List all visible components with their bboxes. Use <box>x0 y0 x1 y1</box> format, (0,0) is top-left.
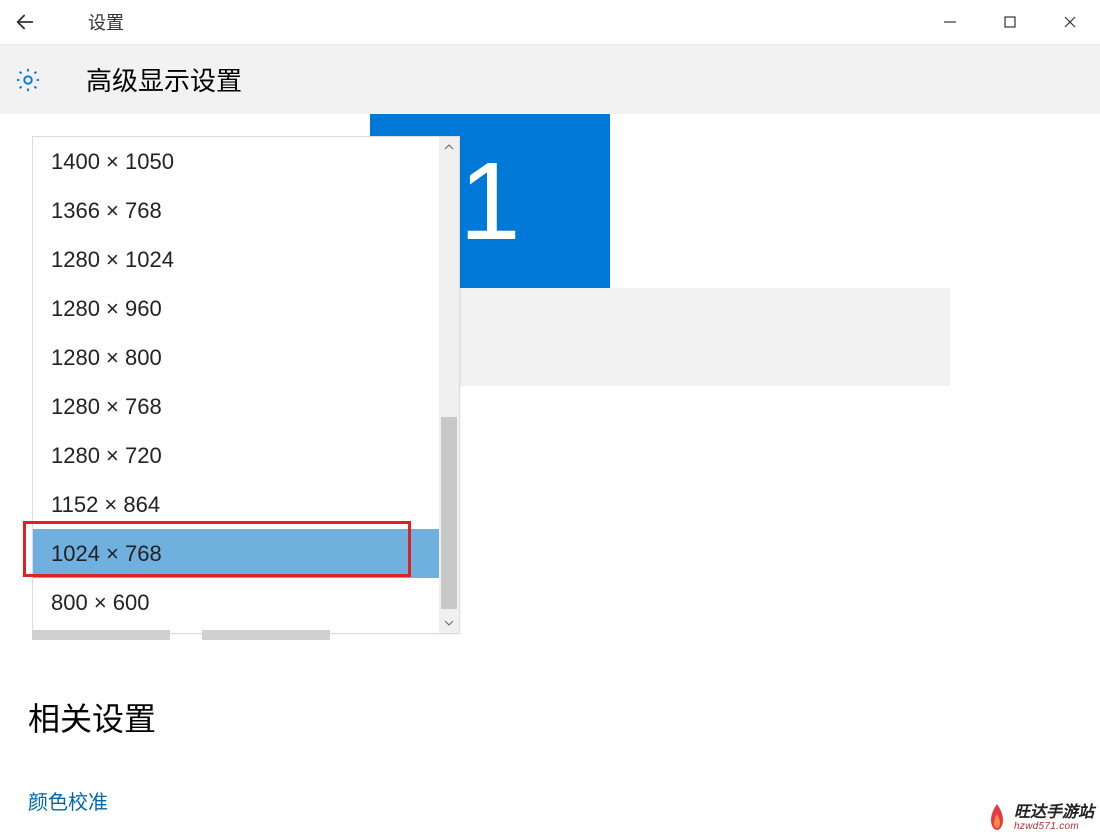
page-header: 高级显示设置 <box>0 44 1100 114</box>
watermark-url: hzwd571.com <box>1014 821 1094 832</box>
resolution-option[interactable]: 1280 × 1024 <box>33 235 459 284</box>
back-button[interactable] <box>0 0 50 44</box>
color-calibration-link[interactable]: 颜色校准 <box>28 786 108 815</box>
watermark-name: 旺达手游站 <box>1014 804 1094 822</box>
resolution-option[interactable]: 1400 × 1050 <box>33 137 459 186</box>
watermark-text: 旺达手游站 hzwd571.com <box>1014 804 1094 833</box>
app-title: 设置 <box>88 9 124 35</box>
related-settings-section: 相关设置 <box>28 694 156 740</box>
resolution-option[interactable]: 1280 × 768 <box>33 382 459 431</box>
resolution-option-selected[interactable]: 1024 × 768 <box>33 529 459 578</box>
resolution-option[interactable]: 1152 × 864 <box>33 480 459 529</box>
resolution-option[interactable]: 1280 × 960 <box>33 284 459 333</box>
resolution-option[interactable]: 1366 × 768 <box>33 186 459 235</box>
gear-icon <box>14 66 42 94</box>
resolution-dropdown[interactable]: 1400 × 1050 1366 × 768 1280 × 1024 1280 … <box>32 136 460 634</box>
flame-icon <box>984 802 1010 834</box>
close-icon <box>1063 15 1077 29</box>
minimize-button[interactable] <box>920 0 980 44</box>
maximize-icon <box>1003 15 1017 29</box>
arrow-left-icon <box>14 11 36 33</box>
chevron-up-icon <box>444 144 454 150</box>
maximize-button[interactable] <box>980 0 1040 44</box>
resolution-option[interactable]: 1280 × 720 <box>33 431 459 480</box>
scroll-up-button[interactable] <box>439 137 459 157</box>
resolution-list: 1400 × 1050 1366 × 768 1280 × 1024 1280 … <box>33 137 459 633</box>
scroll-thumb[interactable] <box>441 417 457 609</box>
minimize-icon <box>943 15 957 29</box>
close-button[interactable] <box>1040 0 1100 44</box>
chevron-down-icon <box>444 620 454 626</box>
watermark: 旺达手游站 hzwd571.com <box>984 802 1094 834</box>
dropdown-bottom-edge <box>32 630 460 640</box>
content-area: 1 1400 × 1050 1366 × 768 1280 × 1024 128… <box>0 114 1100 838</box>
titlebar: 设置 <box>0 0 1100 44</box>
monitor-number: 1 <box>459 138 520 265</box>
resolution-option[interactable]: 800 × 600 <box>33 578 459 627</box>
page-title: 高级显示设置 <box>86 61 242 98</box>
window-controls <box>920 0 1100 44</box>
resolution-option[interactable]: 1280 × 800 <box>33 333 459 382</box>
dropdown-scrollbar[interactable] <box>439 137 459 633</box>
section-heading: 相关设置 <box>28 694 156 740</box>
